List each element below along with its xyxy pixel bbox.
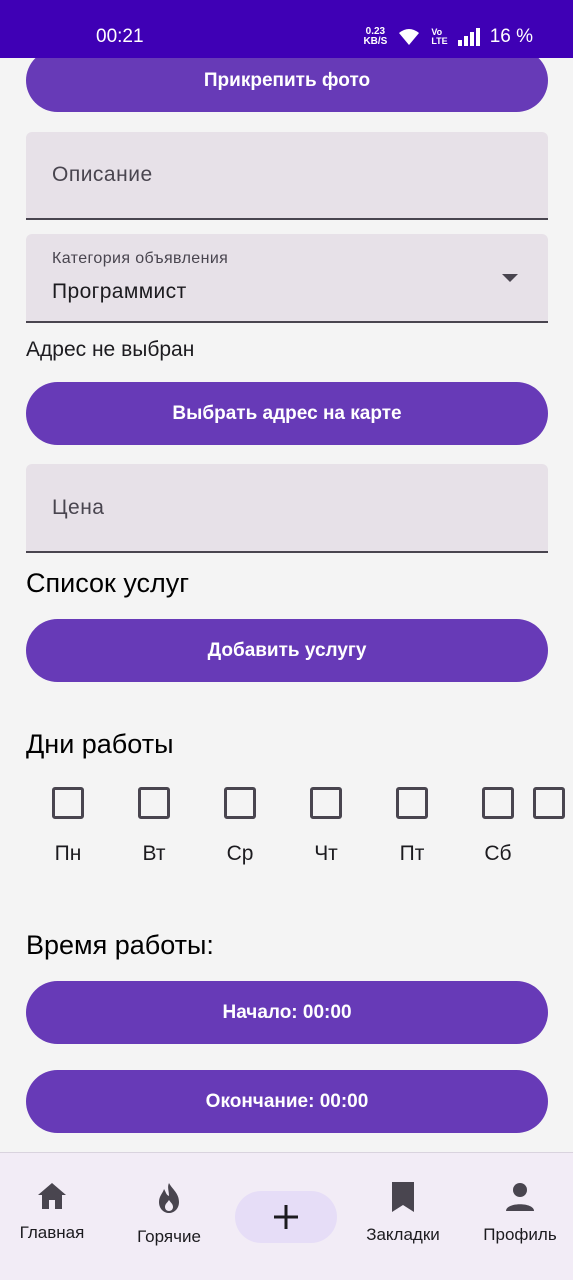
- dropdown-arrow-icon: [502, 274, 518, 282]
- add-listing-button[interactable]: [235, 1191, 337, 1243]
- checkbox[interactable]: [138, 787, 170, 819]
- attach-photo-button[interactable]: Прикрепить фото: [26, 58, 548, 112]
- status-time: 00:21: [96, 26, 144, 47]
- plus-icon: [274, 1205, 298, 1229]
- nav-bookmarks[interactable]: Закладки: [348, 1181, 458, 1245]
- volte-indicator: Vo LTE: [431, 27, 448, 46]
- nav-home[interactable]: Главная: [0, 1181, 107, 1243]
- fire-icon: [159, 1183, 179, 1213]
- start-time-button[interactable]: Начало: 00:00: [26, 981, 548, 1044]
- day-checkbox-sat[interactable]: Сб: [478, 787, 518, 866]
- description-placeholder: Описание: [52, 163, 153, 186]
- checkbox[interactable]: [533, 787, 565, 819]
- status-icons: 0.23 KB/S Vo LTE 16 %: [363, 26, 533, 48]
- day-checkbox-tue[interactable]: Вт: [134, 787, 174, 866]
- nav-profile[interactable]: Профиль: [465, 1181, 573, 1245]
- choose-address-button[interactable]: Выбрать адрес на карте: [26, 382, 548, 445]
- price-placeholder: Цена: [52, 496, 105, 519]
- nav-hot[interactable]: Горячие: [114, 1181, 224, 1247]
- services-title: Список услуг: [26, 568, 190, 598]
- network-speed: 0.23 KB/S: [363, 26, 388, 47]
- day-checkbox-wed[interactable]: Ср: [220, 787, 260, 866]
- checkbox[interactable]: [52, 787, 84, 819]
- day-checkbox-thu[interactable]: Чт: [306, 787, 346, 866]
- category-dropdown[interactable]: Категория объявления Программист: [26, 234, 548, 323]
- checkbox[interactable]: [310, 787, 342, 819]
- status-bar: 00:21 0.23 KB/S Vo LTE 16 %: [0, 0, 573, 58]
- worktime-title: Время работы:: [26, 930, 214, 960]
- day-checkbox-mon[interactable]: Пн: [48, 787, 88, 866]
- bookmark-icon: [392, 1182, 414, 1212]
- checkbox[interactable]: [396, 787, 428, 819]
- checkbox[interactable]: [482, 787, 514, 819]
- bottom-navigation: Главная Горячие Закладки Профиль: [0, 1152, 573, 1280]
- person-icon: [506, 1183, 534, 1211]
- signal-icon: [457, 28, 480, 46]
- day-checkbox-sun[interactable]: [529, 787, 569, 842]
- address-status: Адрес не выбран: [26, 338, 195, 361]
- price-field[interactable]: Цена: [26, 464, 548, 553]
- description-field[interactable]: Описание: [26, 132, 548, 220]
- workdays-title: Дни работы: [26, 729, 174, 759]
- add-service-button[interactable]: Добавить услугу: [26, 619, 548, 682]
- category-value: Программист: [52, 280, 187, 303]
- home-icon: [38, 1183, 66, 1209]
- battery-level: 16 %: [489, 26, 533, 47]
- checkbox[interactable]: [224, 787, 256, 819]
- wifi-icon: [399, 29, 420, 45]
- category-label: Категория объявления: [52, 250, 229, 267]
- end-time-button[interactable]: Окончание: 00:00: [26, 1070, 548, 1133]
- day-checkbox-fri[interactable]: Пт: [392, 787, 432, 866]
- form-scroll-area[interactable]: Прикрепить фото Описание Категория объяв…: [0, 58, 573, 1152]
